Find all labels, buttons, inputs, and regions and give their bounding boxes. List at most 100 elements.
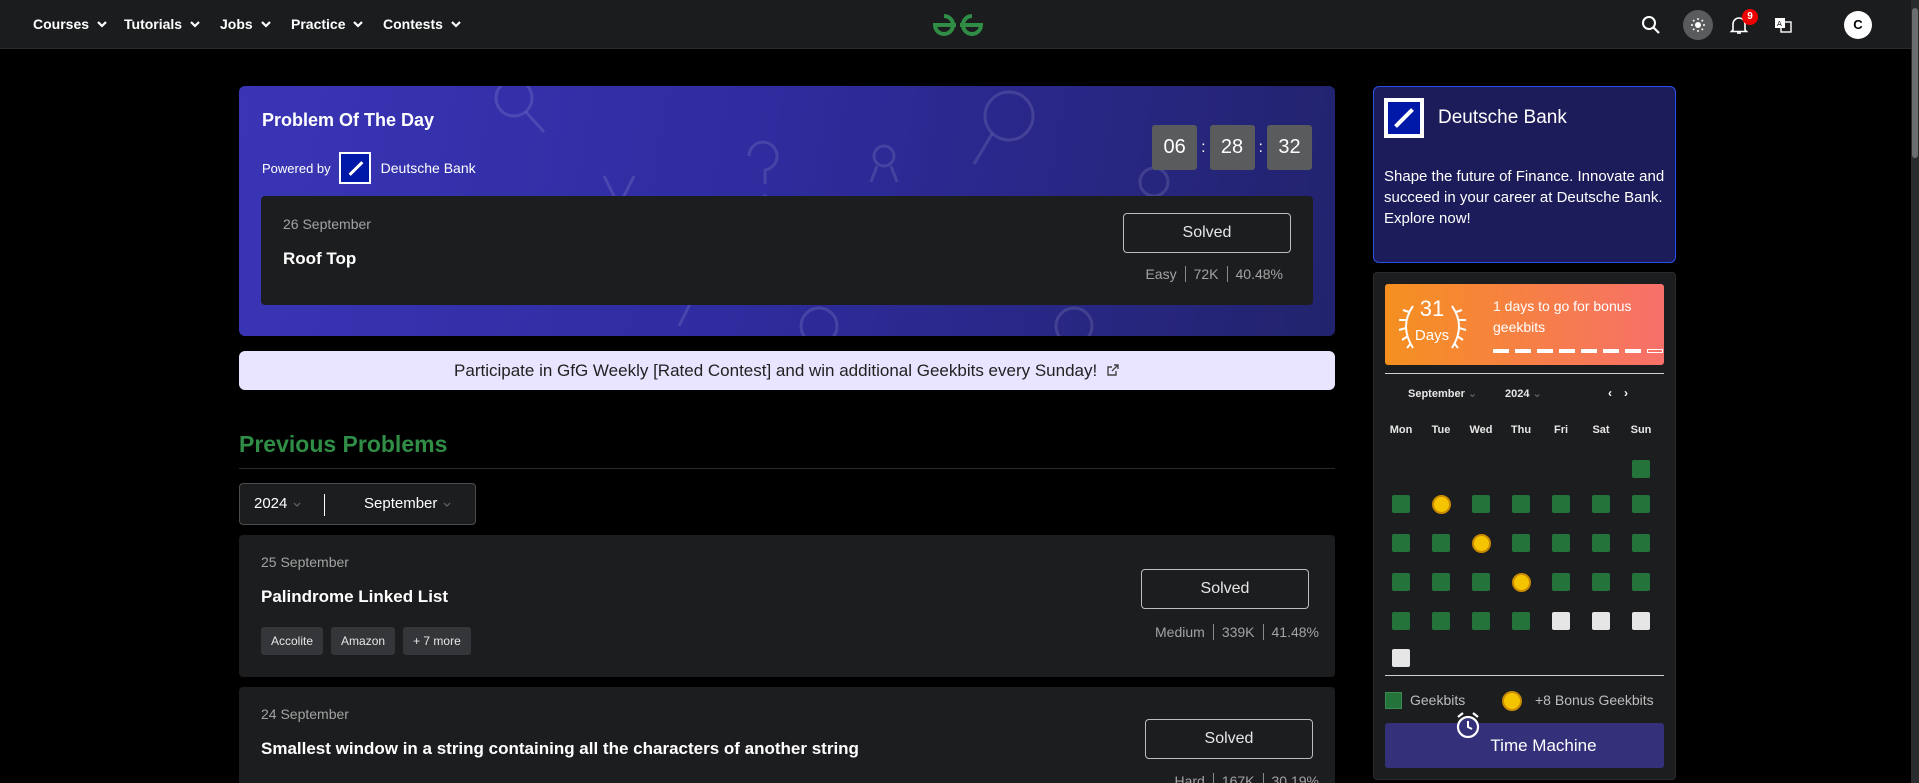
nav-jobs[interactable]: Jobs [220,16,273,32]
progress-dash [1537,349,1553,353]
tag[interactable]: Amazon [331,627,396,655]
problem-name[interactable]: Palindrome Linked List [261,587,448,607]
calendar-day[interactable] [1392,495,1410,513]
calendar-day[interactable] [1392,612,1410,630]
timer-separator: : [1258,138,1263,156]
chevron-down-icon [190,21,200,28]
sponsor-name: Deutsche Bank [380,160,476,176]
calendar-day[interactable] [1432,612,1450,630]
calendar-day-coin-icon[interactable] [1432,495,1451,514]
nav-practice[interactable]: Practice [291,16,365,32]
translate-icon[interactable]: A [1771,13,1795,37]
calendar-year-select[interactable]: 2024 ⌄ [1505,387,1542,400]
more-tags[interactable]: + 7 more [403,627,471,655]
month-select[interactable]: September [364,495,451,512]
calendar-day[interactable] [1632,612,1650,630]
calendar-month-value: September [1408,388,1465,400]
chevron-down-icon [260,21,271,28]
gfg-logo-icon[interactable] [929,10,987,40]
theme-toggle-sun-icon[interactable] [1683,10,1713,40]
calendar-day[interactable] [1632,534,1650,552]
coin-icon [1502,691,1522,711]
chevron-down-icon [97,21,107,28]
accuracy: 30.19% [1262,773,1327,783]
calendar-day[interactable] [1432,534,1450,552]
streak-count: 31 [1419,296,1445,321]
progress-dash [1581,349,1597,353]
calendar-day-coin-icon[interactable] [1512,573,1531,592]
submissions: 72K [1184,266,1227,282]
calendar-day[interactable] [1392,649,1410,667]
potd-problem-name[interactable]: Roof Top [283,249,356,269]
calendar-day[interactable] [1392,534,1410,552]
prev-month-chevron-left-icon[interactable]: ‹ [1608,386,1612,400]
potd-stats: Easy 72K 40.48% [1137,266,1291,282]
nav-contests[interactable]: Contests [383,16,463,32]
chevron-down-icon: ⌄ [1532,388,1542,400]
nav-tutorials-label: Tutorials [124,16,183,32]
calendar-day[interactable] [1632,495,1650,513]
calendar-day[interactable] [1552,573,1570,591]
avatar[interactable]: C [1844,11,1872,39]
filter-divider [324,494,325,516]
problem-date: 25 September [261,554,349,570]
tag[interactable]: Accolite [261,627,324,655]
calendar-day[interactable] [1472,612,1490,630]
calendar-month-select[interactable]: September ⌄ [1408,387,1477,400]
calendar-day[interactable] [1552,495,1570,513]
solved-button[interactable]: Solved [1141,569,1309,609]
weekday-label: Sun [1630,424,1652,436]
calendar-day[interactable] [1472,495,1490,513]
next-month-chevron-right-icon[interactable]: › [1624,386,1628,400]
calendar-day[interactable] [1592,495,1610,513]
search-icon[interactable] [1639,13,1663,37]
calendar-day[interactable] [1512,495,1530,513]
progress-dash [1559,349,1575,353]
nav-courses[interactable]: Courses [33,16,109,32]
year-select-value: 2024 [254,495,288,512]
problem-card[interactable]: 25 September Palindrome Linked List Acco… [239,535,1335,677]
calendar-day[interactable] [1632,460,1650,478]
time-machine-button[interactable]: Time Machine [1385,723,1664,768]
potd-date: 26 September [283,216,371,232]
potd-solved-button[interactable]: Solved [1123,213,1291,253]
calendar-day[interactable] [1512,612,1530,630]
year-select[interactable]: 2024 [254,495,301,512]
timer-hours: 06 [1152,125,1198,170]
problem-card[interactable]: 24 September Smallest window in a string… [239,687,1335,783]
streak-message: 1 days to go for bonus geekbits [1493,298,1632,335]
nav-contests-label: Contests [383,16,443,32]
powered-by: Powered by Deutsche Bank [262,152,476,184]
nav-tutorials[interactable]: Tutorials [124,16,202,32]
calendar-day[interactable] [1552,534,1570,552]
calendar-day[interactable] [1432,573,1450,591]
notification-badge: 9 [1742,9,1758,25]
scrollbar[interactable] [1911,0,1919,783]
weekly-contest-banner[interactable]: Participate in GfG Weekly [Rated Contest… [239,351,1335,390]
progress-dash [1603,349,1619,353]
problem-name[interactable]: Smallest window in a string containing a… [261,739,859,759]
solved-button[interactable]: Solved [1145,719,1313,759]
deutsche-bank-ad[interactable]: Deutsche Bank Shape the future of Financ… [1373,86,1676,263]
divider [1385,373,1664,374]
calendar-day-coin-icon[interactable] [1472,534,1491,553]
chevron-down-icon [353,21,364,28]
potd-problem-card[interactable]: 26 September Roof Top Solved Easy 72K 40… [261,196,1313,305]
calendar-day[interactable] [1552,612,1570,630]
weekday-label: Thu [1510,424,1532,436]
calendar-day[interactable] [1592,612,1610,630]
top-navbar: Courses Tutorials Jobs Practice Contests… [0,0,1919,49]
divider [1385,675,1664,676]
progress-dash [1493,349,1509,353]
divider [239,468,1335,469]
progress-dash [1515,349,1531,353]
date-filter[interactable]: 2024 September [239,483,476,525]
calendar-day[interactable] [1392,573,1410,591]
calendar-day[interactable] [1592,534,1610,552]
calendar-day[interactable] [1472,573,1490,591]
scrollbar-thumb[interactable] [1912,8,1918,158]
calendar-day[interactable] [1592,573,1610,591]
calendar-day[interactable] [1512,534,1530,552]
deutsche-bank-logo-icon [338,152,371,184]
calendar-day[interactable] [1632,573,1650,591]
